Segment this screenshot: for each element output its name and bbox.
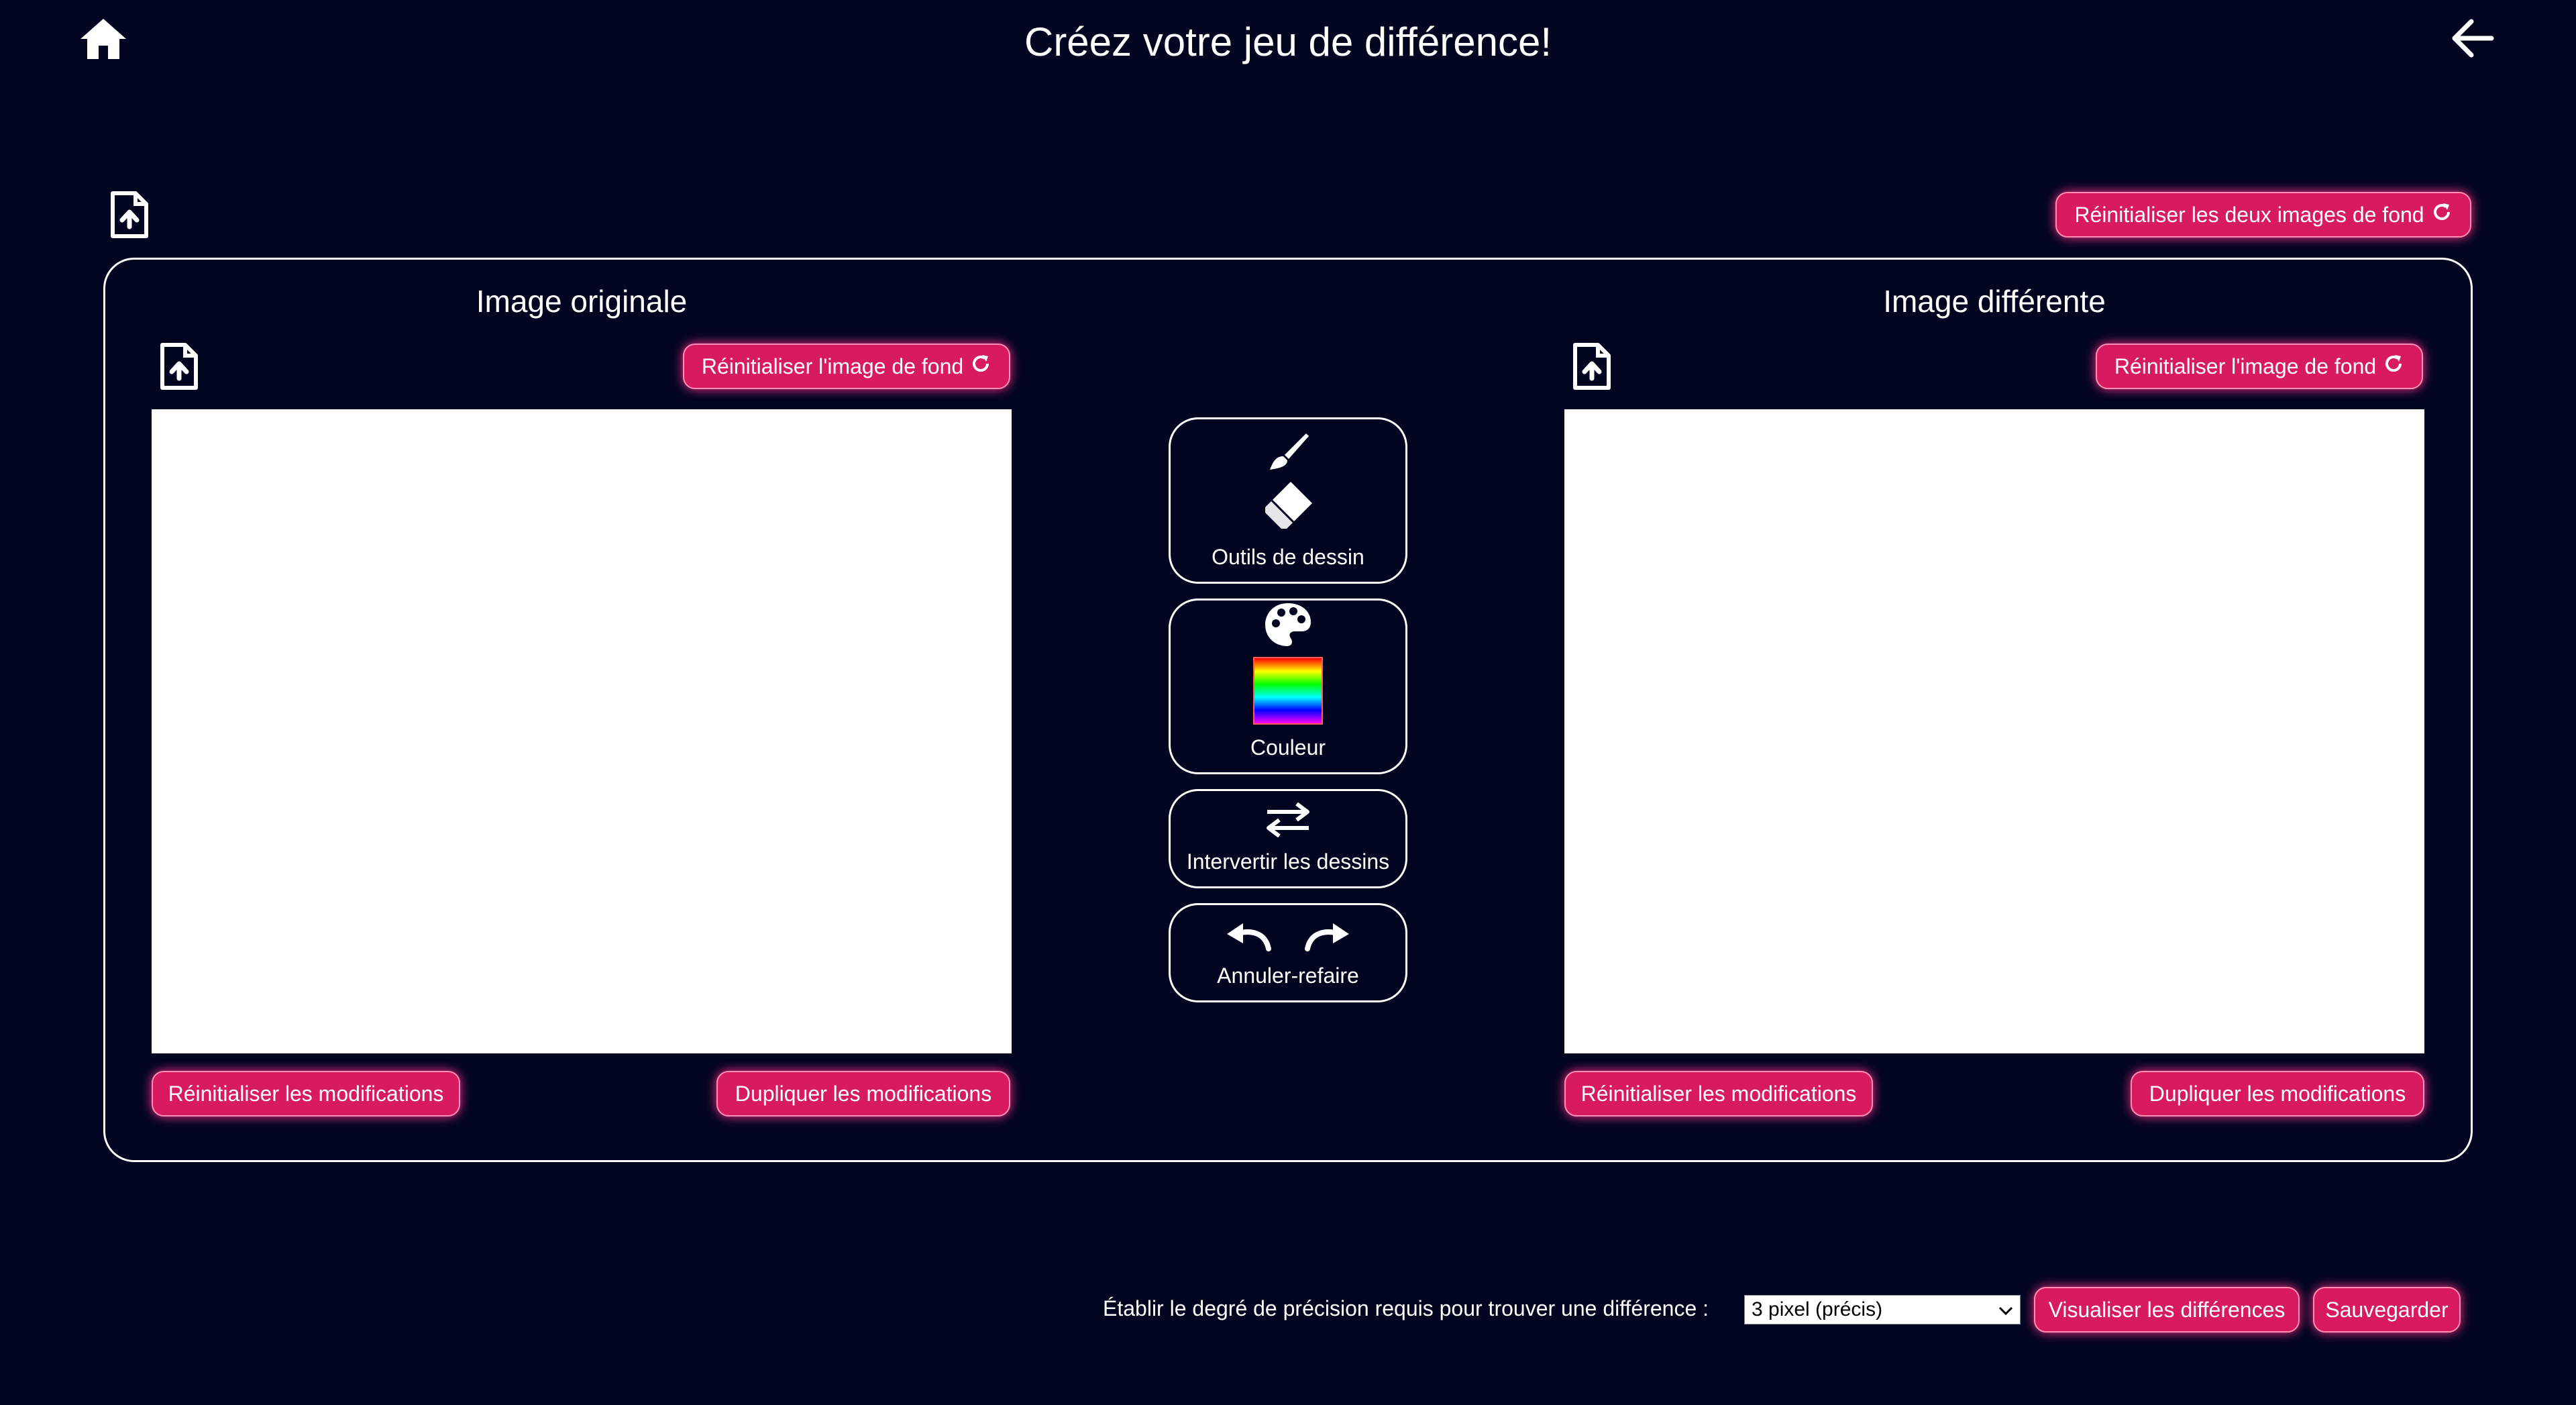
- refresh-icon: [2383, 353, 2404, 380]
- right-reset-changes-button[interactable]: Réinitialiser les modifications: [1564, 1071, 1873, 1116]
- precision-select[interactable]: 3 pixel (précis): [1744, 1295, 2021, 1324]
- chevron-down-icon: [1998, 1298, 2013, 1321]
- left-reset-changes-button[interactable]: Réinitialiser les modifications: [152, 1071, 460, 1116]
- brush-icon: [1265, 431, 1311, 479]
- reset-both-label: Réinitialiser les deux images de fond: [2074, 202, 2424, 227]
- left-duplicate-changes-label: Dupliquer les modifications: [735, 1081, 992, 1106]
- swap-icon: [1265, 802, 1311, 843]
- swap-drawings-button[interactable]: Intervertir les dessins: [1169, 789, 1407, 888]
- right-reset-changes-label: Réinitialiser les modifications: [1580, 1081, 1857, 1106]
- left-reset-background-label: Réinitialiser l'image de fond: [701, 354, 964, 378]
- file-upload-icon[interactable]: [109, 189, 150, 240]
- drawing-tools-button[interactable]: Outils de dessin: [1169, 417, 1407, 584]
- precision-select-value: 3 pixel (précis): [1752, 1298, 1883, 1320]
- undo-redo-label: Annuler-refaire: [1217, 964, 1359, 988]
- refresh-icon: [2431, 201, 2453, 228]
- different-image-canvas[interactable]: [1564, 409, 2424, 1053]
- page-title: Créez votre jeu de différence!: [1024, 19, 1552, 64]
- visualize-differences-button[interactable]: Visualiser les différences: [2034, 1287, 2300, 1333]
- file-upload-icon[interactable]: [158, 341, 200, 392]
- right-duplicate-changes-label: Dupliquer les modifications: [2149, 1081, 2406, 1106]
- reset-both-backgrounds-button[interactable]: Réinitialiser les deux images de fond: [2055, 192, 2471, 238]
- drawing-tools-label: Outils de dessin: [1212, 545, 1364, 569]
- refresh-icon: [970, 353, 991, 380]
- original-image-canvas[interactable]: [152, 409, 1012, 1053]
- left-duplicate-changes-button[interactable]: Dupliquer les modifications: [716, 1071, 1010, 1116]
- left-reset-changes-label: Réinitialiser les modifications: [168, 1081, 444, 1106]
- color-swatch[interactable]: [1253, 657, 1323, 725]
- eraser-icon: [1261, 479, 1315, 535]
- left-image-title: Image originale: [476, 284, 688, 319]
- left-reset-background-button[interactable]: Réinitialiser l'image de fond: [683, 344, 1010, 389]
- right-image-title: Image différente: [1883, 284, 2106, 319]
- right-reset-background-button[interactable]: Réinitialiser l'image de fond: [2096, 344, 2423, 389]
- arrow-left-icon[interactable]: [2450, 16, 2494, 60]
- color-button[interactable]: Couleur: [1169, 599, 1407, 774]
- redo-icon[interactable]: [1303, 919, 1352, 957]
- palette-icon: [1263, 601, 1313, 654]
- undo-redo-group: Annuler-refaire: [1169, 903, 1407, 1002]
- swap-drawings-label: Intervertir les dessins: [1186, 849, 1390, 874]
- right-reset-background-label: Réinitialiser l'image de fond: [2114, 354, 2377, 378]
- precision-label: Établir le degré de précision requis pou…: [1103, 1296, 1709, 1320]
- color-label: Couleur: [1250, 735, 1326, 760]
- file-upload-icon[interactable]: [1571, 341, 1613, 392]
- save-button[interactable]: Sauvegarder: [2313, 1287, 2461, 1333]
- undo-icon[interactable]: [1224, 919, 1273, 957]
- right-duplicate-changes-button[interactable]: Dupliquer les modifications: [2131, 1071, 2424, 1116]
- save-label: Sauvegarder: [2325, 1297, 2449, 1322]
- visualize-label: Visualiser les différences: [2048, 1297, 2286, 1322]
